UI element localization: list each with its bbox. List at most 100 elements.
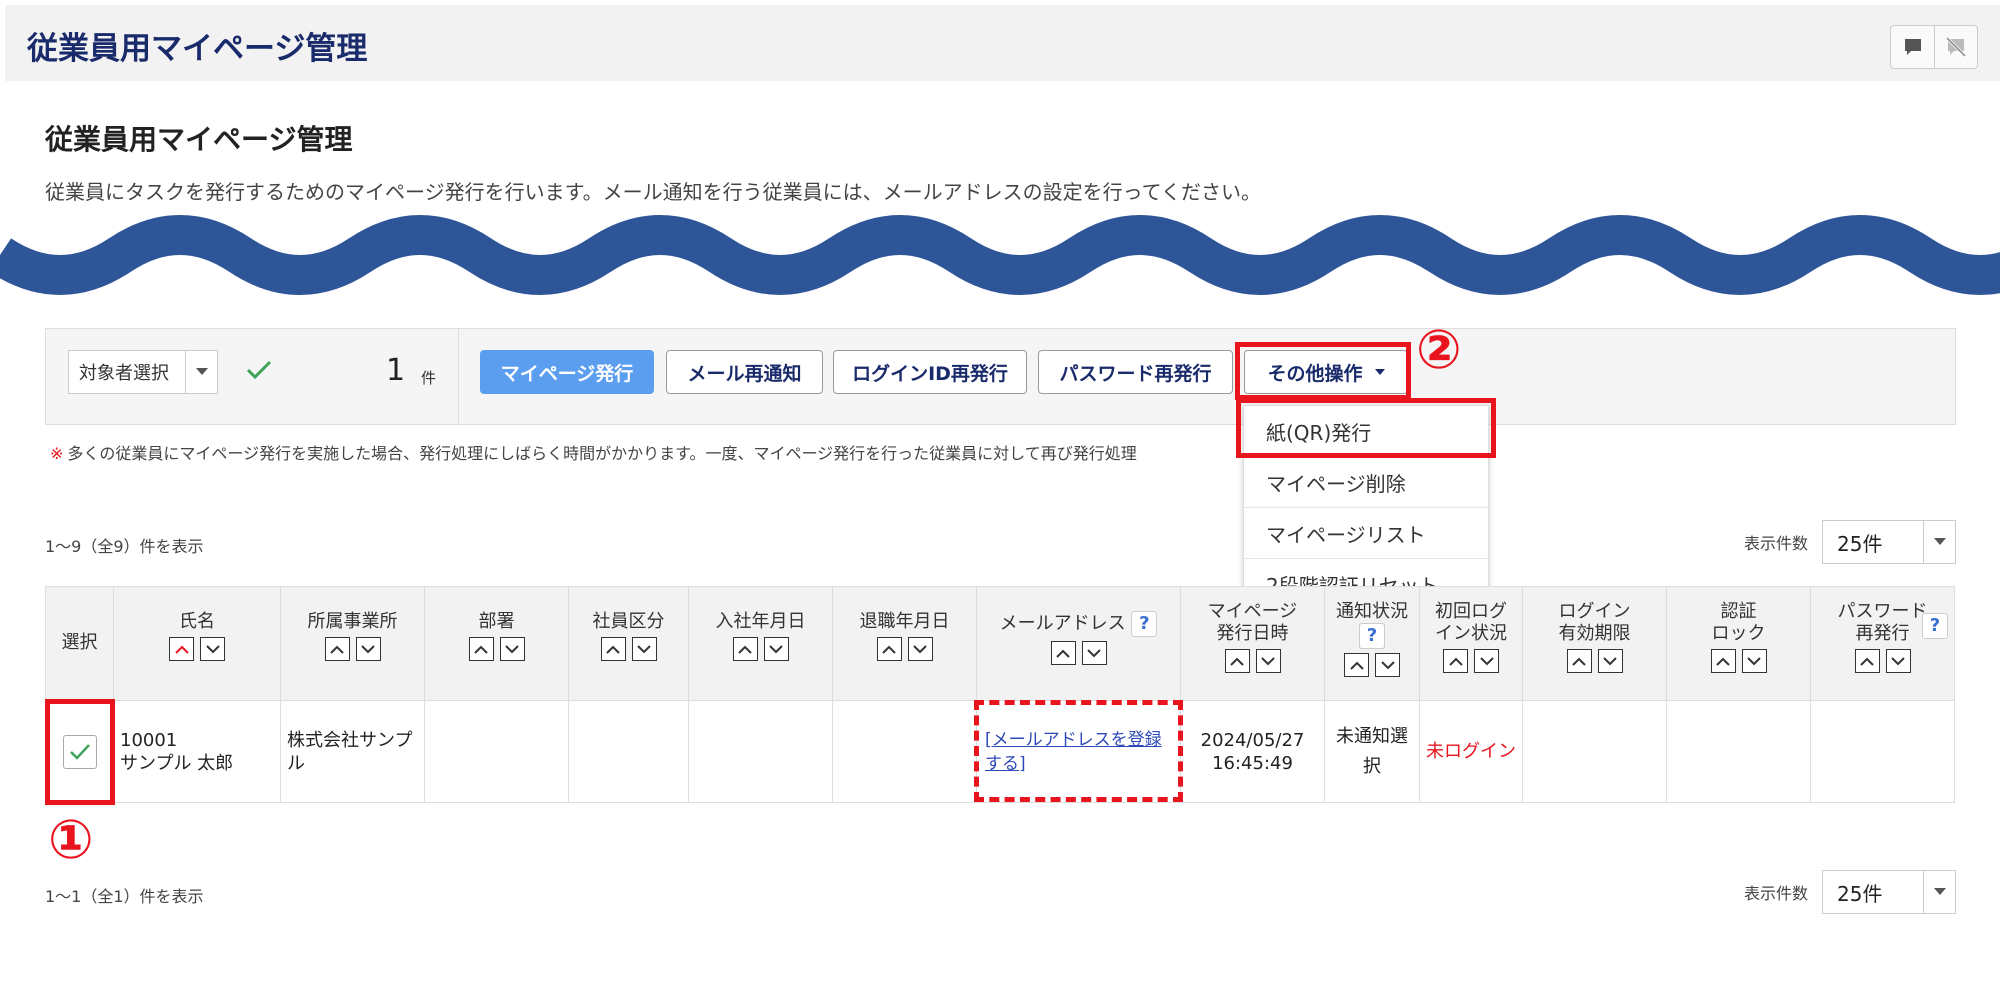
- notice-text: ※ 多くの従業員にマイページ発行を実施した場合、発行処理にしばらく時間がかかります…: [50, 440, 1245, 464]
- issued-time: 16:45:49: [1212, 752, 1293, 774]
- selected-count: 1: [386, 353, 406, 388]
- col-name-label: 氏名: [179, 611, 215, 632]
- annotation-box-email: [974, 700, 1183, 802]
- sort-desc-icon[interactable]: [631, 637, 657, 661]
- col-first-login-label: 初回ログ イン状況: [1435, 601, 1507, 644]
- col-password-reissue: パスワード 再発行 ?: [1810, 586, 1955, 701]
- sort-asc-icon[interactable]: [1224, 649, 1250, 673]
- chevron-down-icon[interactable]: [1923, 521, 1955, 563]
- per-page-control: 表示件数 25件: [1744, 520, 1956, 564]
- top-bar: 従業員用マイページ管理: [5, 5, 2000, 81]
- check-icon: [246, 360, 272, 380]
- employee-name-cell: 10001 サンプル 太郎: [113, 700, 281, 803]
- mail-renotify-button[interactable]: メール再通知: [666, 350, 823, 394]
- password-reissue-cell: [1810, 700, 1955, 803]
- wave-divider: [0, 215, 2000, 295]
- col-office-label: 所属事業所: [307, 611, 398, 632]
- col-notify-status-label: 通知状況: [1336, 601, 1408, 622]
- per-page-select[interactable]: 25件: [1822, 520, 1956, 564]
- per-page-select[interactable]: 25件: [1822, 870, 1956, 914]
- per-page-label: 表示件数: [1743, 884, 1808, 903]
- menu-item-delete-mypage[interactable]: マイページ削除: [1244, 457, 1488, 508]
- app-title: 従業員用マイページ管理: [27, 31, 368, 67]
- action-toolbar: 対象者選択 1 件 マイページ発行 メール再通知 ログインID再発行 パスワード…: [45, 328, 1956, 425]
- page-title: 従業員用マイページ管理: [45, 123, 353, 156]
- sort-desc-icon[interactable]: [763, 637, 789, 661]
- sort-desc-icon[interactable]: [355, 637, 381, 661]
- col-email-label: メールアドレス: [999, 613, 1126, 634]
- sort-desc-icon[interactable]: [1255, 649, 1281, 673]
- sort-asc-icon[interactable]: [1344, 653, 1369, 677]
- sort-desc-icon[interactable]: [1081, 641, 1107, 665]
- col-leave-date: 退職年月日: [832, 586, 977, 701]
- password-reissue-button[interactable]: パスワード再発行: [1038, 350, 1233, 394]
- annotation-box-other-operations: [1235, 342, 1411, 400]
- notice-mark: ※: [50, 444, 64, 463]
- issue-mypage-button[interactable]: マイページ発行: [480, 350, 654, 394]
- sort-asc-icon[interactable]: [876, 637, 902, 661]
- sort-desc-icon[interactable]: [1741, 649, 1767, 673]
- per-page-label: 表示件数: [1743, 534, 1808, 553]
- table-header-row: 選択 氏名 所属事業所 部署 社員区分 入社年月日 退職年月日 メールアドレス …: [45, 586, 1955, 701]
- page-description: 従業員にタスクを発行するためのマイページ発行を行います。メール通知を行う従業員に…: [45, 180, 1261, 204]
- col-office: 所属事業所: [280, 586, 425, 701]
- dept-cell: [424, 700, 569, 803]
- sort-desc-icon[interactable]: [1885, 649, 1911, 673]
- sort-asc-icon[interactable]: [1854, 649, 1880, 673]
- col-issued-at-label: マイページ 発行日時: [1207, 601, 1298, 644]
- result-range: 1～9（全9）件を表示: [45, 537, 204, 556]
- col-select: 選択: [45, 586, 114, 701]
- col-join-date-label: 入社年月日: [715, 611, 806, 632]
- col-dept-label: 部署: [478, 611, 515, 632]
- help-icon[interactable]: ?: [1922, 613, 1948, 639]
- help-icon[interactable]: ?: [1359, 623, 1385, 649]
- sort-asc-icon[interactable]: [324, 637, 350, 661]
- sort-desc-icon[interactable]: [200, 637, 225, 661]
- comment-off-icon[interactable]: [1934, 26, 1977, 68]
- target-select-label: 対象者選択: [79, 363, 169, 384]
- sort-desc-icon[interactable]: [1375, 653, 1400, 677]
- login-expiry-cell: [1522, 700, 1667, 803]
- issued-date: 2024/05/27: [1200, 729, 1305, 751]
- selected-count-unit: 件: [421, 369, 437, 387]
- sort-asc-icon[interactable]: [732, 637, 758, 661]
- help-icon[interactable]: ?: [1131, 611, 1158, 637]
- notice-body: 多くの従業員にマイページ発行を実施した場合、発行処理にしばらく時間がかかります。…: [67, 444, 1137, 463]
- col-auth-lock: 認証 ロック: [1666, 586, 1811, 701]
- chevron-down-icon[interactable]: [1923, 871, 1955, 913]
- employee-name: サンプル 太郎: [120, 752, 234, 774]
- sort-asc-icon[interactable]: [1443, 649, 1468, 673]
- result-range-bottom: 1～1（全1）件を表示: [45, 887, 204, 906]
- sort-asc-icon[interactable]: [169, 637, 194, 661]
- comment-icon[interactable]: [1891, 26, 1934, 68]
- issued-at-cell: 2024/05/27 16:45:49: [1180, 700, 1325, 803]
- sort-asc-icon[interactable]: [1710, 649, 1736, 673]
- col-employee-type-label: 社員区分: [592, 611, 665, 632]
- target-select[interactable]: 対象者選択: [68, 350, 218, 394]
- col-login-expiry-label: ログイン 有効期限: [1558, 601, 1631, 644]
- login-id-reissue-button[interactable]: ログインID再発行: [833, 350, 1027, 394]
- annotation-box-checkbox: [45, 699, 115, 805]
- col-name: 氏名: [113, 586, 281, 701]
- sort-desc-icon[interactable]: [499, 637, 525, 661]
- menu-item-mypage-list[interactable]: マイページリスト: [1244, 508, 1488, 559]
- annotation-number-2: ②: [1416, 318, 1462, 381]
- sort-asc-icon[interactable]: [1566, 649, 1592, 673]
- leave-date-cell: [832, 700, 977, 803]
- top-icon-group: [1890, 25, 1978, 69]
- col-select-label: 選択: [61, 632, 98, 653]
- col-notify-status: 通知状況 ?: [1324, 586, 1420, 701]
- sort-asc-icon[interactable]: [600, 637, 626, 661]
- per-page-value: 25件: [1837, 881, 1883, 906]
- col-login-expiry: ログイン 有効期限: [1522, 586, 1667, 701]
- sort-asc-icon[interactable]: [1050, 641, 1076, 665]
- annotation-box-paper-qr: [1236, 398, 1496, 458]
- sort-desc-icon[interactable]: [1474, 649, 1499, 673]
- sort-desc-icon[interactable]: [907, 637, 933, 661]
- chevron-down-icon[interactable]: [185, 351, 217, 393]
- sort-asc-icon[interactable]: [468, 637, 494, 661]
- sort-desc-icon[interactable]: [1597, 649, 1623, 673]
- notify-status-cell: 未通知選択: [1324, 700, 1420, 803]
- office-cell: 株式会社サンプル: [280, 700, 425, 803]
- join-date-cell: [688, 700, 833, 803]
